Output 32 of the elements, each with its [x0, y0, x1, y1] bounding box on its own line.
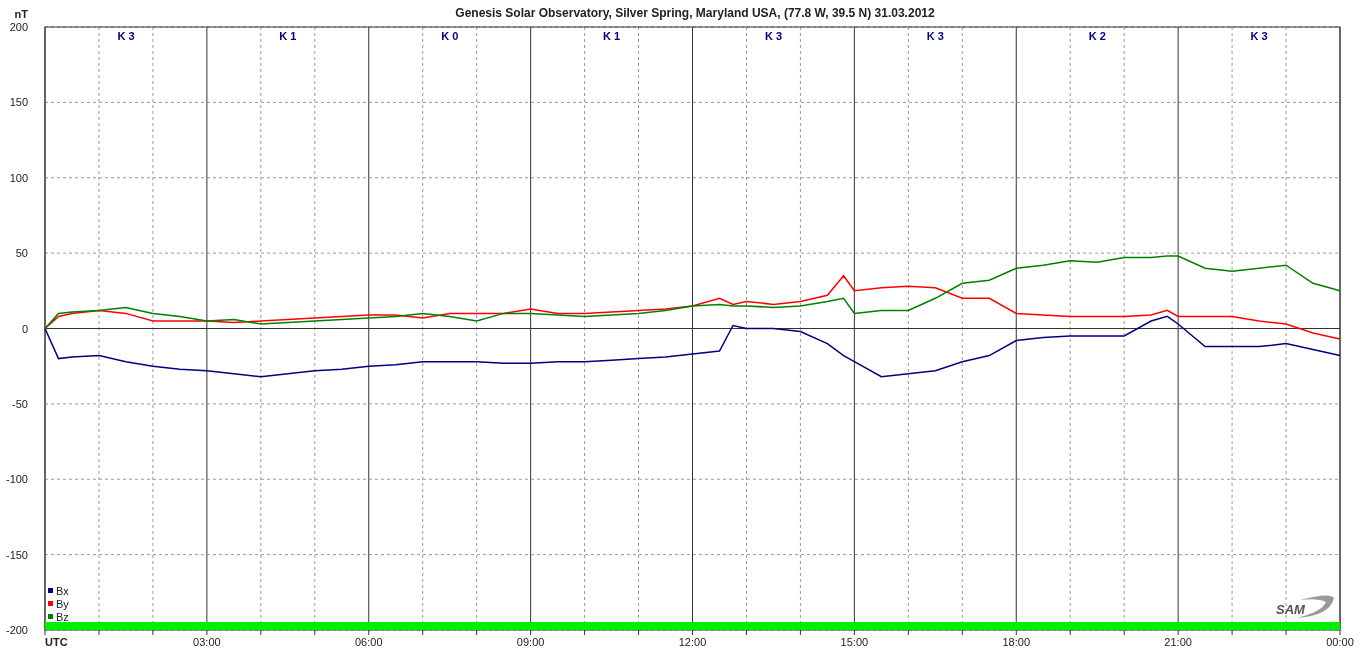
- y-tick-label: 0: [21, 322, 28, 335]
- y-axis-label: nT: [14, 8, 28, 20]
- x-tick-label: 09:00: [516, 636, 545, 648]
- k-index-label: K 3: [926, 30, 944, 42]
- y-tick-label: -50: [12, 397, 28, 410]
- x-tick-label: 03:00: [193, 636, 221, 648]
- legend-label: By: [56, 598, 69, 610]
- x-tick-label: UTC: [45, 636, 68, 648]
- y-tick-label: -150: [5, 548, 28, 561]
- k-index-label: K 3: [1250, 30, 1268, 42]
- y-tick-label: -100: [5, 473, 28, 486]
- y-tick-label: 100: [9, 171, 28, 184]
- k-index-label: K 3: [764, 30, 782, 42]
- k-index-label: K 0: [441, 30, 459, 42]
- x-tick-label: 21:00: [1164, 636, 1192, 648]
- x-tick-label: 00:00: [1326, 636, 1354, 648]
- y-tick-label: 150: [9, 96, 28, 109]
- y-tick-label: 200: [9, 21, 28, 33]
- chart-title: Genesis Solar Observatory, Silver Spring, Maryland USA, (77.8 W, 39.5 N) 31.03.2012: [455, 6, 935, 20]
- y-tick-label: 50: [15, 247, 28, 260]
- k-index-label: K 1: [279, 30, 297, 42]
- y-tick-label: -200: [5, 624, 28, 636]
- x-tick-label: 18:00: [1002, 636, 1030, 648]
- k-index-label: K 1: [603, 30, 621, 42]
- x-tick-label: 12:00: [678, 636, 707, 648]
- legend-label: Bx: [56, 585, 69, 597]
- x-tick-label: 15:00: [840, 636, 869, 648]
- logo-text: SAM: [1276, 602, 1305, 617]
- legend-label: Bz: [56, 611, 69, 623]
- k-index-label: K 3: [117, 30, 135, 42]
- x-tick-label: 06:00: [355, 636, 383, 648]
- k-index-label: K 2: [1088, 30, 1106, 42]
